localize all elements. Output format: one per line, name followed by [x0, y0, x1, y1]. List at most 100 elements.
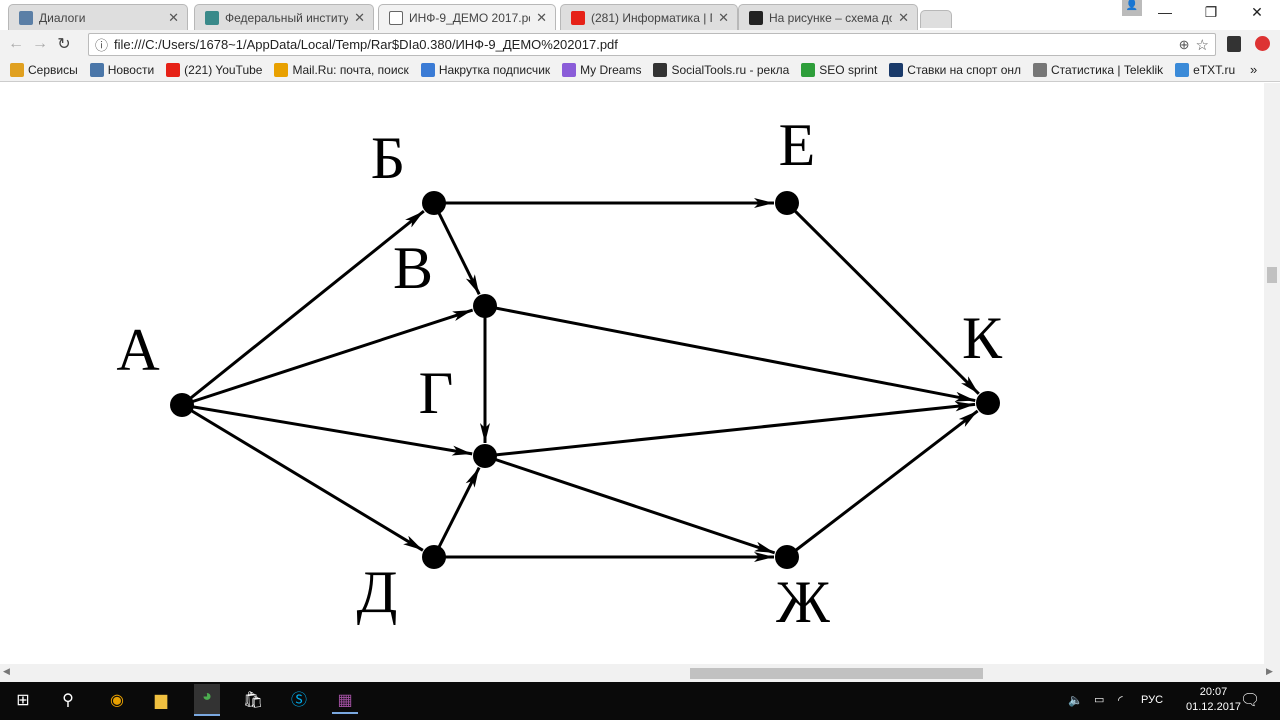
bookmark-item[interactable]: eTXT.ru	[1175, 62, 1236, 77]
node-label: Б	[371, 125, 405, 191]
scroll-left-arrow[interactable]: ◀	[3, 666, 10, 677]
bookmark-item[interactable]: My Dreams	[562, 62, 642, 77]
spiral-icon	[420, 62, 435, 77]
edge-V-K	[484, 304, 976, 403]
edge-ZH-K	[786, 409, 979, 559]
store-icon[interactable]: 🛍	[240, 688, 266, 714]
taskbar: ⊞ ⚲ ◉ ▆ ◕ 🛍 Ⓢ ▦ 🔈 ▭ ◜ РУС 20:07 01.12.20…	[0, 682, 1280, 720]
app-icon[interactable]: ◉	[104, 688, 130, 714]
node-label: В	[393, 235, 433, 301]
bookmark-item[interactable]: Новости	[89, 62, 154, 77]
close-tab-icon[interactable]: ✕	[718, 10, 729, 26]
windows-start-icon[interactable]: ⊞	[10, 688, 36, 714]
bookmark-label: My Dreams	[580, 62, 642, 77]
battery-icon[interactable]: ▭	[1094, 693, 1104, 706]
bookmarks-bar: Сервисы Новости (221) YouTube Mail.Ru: почт…	[0, 58, 1280, 82]
favicon-icon	[571, 10, 585, 25]
bookmark-label: Сервисы	[28, 62, 78, 77]
favicon-icon	[205, 10, 219, 25]
bookmark-item[interactable]: Сервисы	[10, 62, 78, 77]
bookmark-item[interactable]: Mail.Ru: почта, поиск	[274, 62, 409, 77]
edge-G-K	[484, 401, 976, 458]
reload-button[interactable]: ↻	[52, 34, 76, 54]
notifications-icon[interactable]: 🗨	[1240, 690, 1260, 710]
restore-button[interactable]: ❐	[1188, 0, 1234, 28]
bookmark-item[interactable]: SEO sprint	[801, 62, 877, 77]
node-D	[422, 545, 446, 569]
close-tab-icon[interactable]: ✕	[898, 10, 909, 26]
tab-title: (281) Информатика | По	[591, 10, 713, 25]
node-G	[473, 444, 497, 468]
tab[interactable]: На рисунке – схема дор ✕	[738, 4, 918, 30]
bookmark-label: Накрутка подписчик	[438, 62, 551, 77]
edge-G-ZH	[484, 454, 776, 555]
node-label: Е	[779, 112, 816, 178]
zoom-icon[interactable]: ⊕	[1179, 37, 1190, 53]
close-window-button[interactable]: ✕	[1234, 0, 1280, 28]
tab-title: ИНФ-9_ДЕМО 2017.pdf	[409, 10, 531, 25]
tab-title: Федеральный институт п	[225, 10, 349, 25]
clock[interactable]: 20:07 01.12.2017	[1186, 685, 1241, 715]
tab-title: Диалоги	[39, 10, 86, 25]
mailru-icon	[274, 62, 289, 77]
bookmark-label: Ставки на спорт онл	[907, 62, 1022, 77]
chrome-icon[interactable]: ◕	[194, 684, 220, 716]
bookmark-label: Статистика | Teleklik	[1051, 62, 1164, 77]
bookmark-item[interactable]: (221) YouTube	[166, 62, 262, 77]
vk-icon	[89, 62, 104, 77]
page-icon	[1033, 62, 1048, 77]
node-B	[422, 191, 446, 215]
tab[interactable]: Диалоги ✕	[8, 4, 188, 30]
bookmark-item[interactable]: Статистика | Teleklik	[1033, 62, 1164, 77]
bookmark-item[interactable]: Ставки на спорт онл	[889, 62, 1022, 77]
edge-B-V	[432, 202, 481, 296]
minimize-button[interactable]: —	[1142, 0, 1188, 28]
favicon-icon	[389, 10, 403, 25]
node-label: Г	[419, 360, 454, 426]
new-tab-button[interactable]	[920, 10, 952, 28]
address-bar[interactable]: ⓘ file:///C:/Users/1678~1/AppData/Local/…	[88, 33, 1216, 56]
file-explorer-icon[interactable]: ▆	[148, 688, 174, 714]
winrar-icon[interactable]: ▦	[332, 688, 358, 714]
tab[interactable]: (281) Информатика | По ✕	[560, 4, 738, 30]
bookmark-item[interactable]: Накрутка подписчик	[420, 62, 551, 77]
info-icon[interactable]: ⓘ	[95, 35, 108, 54]
edge-E-K	[785, 201, 980, 395]
etxt-icon	[1175, 62, 1190, 77]
close-tab-icon[interactable]: ✕	[354, 10, 365, 26]
more-bookmarks-button[interactable]: »	[1250, 62, 1257, 77]
bookmark-label: eTXT.ru	[1193, 62, 1236, 77]
node-ZH	[775, 545, 799, 569]
horizontal-scrollbar[interactable]: ◀ ▶	[0, 664, 1280, 682]
horizontal-scroll-thumb[interactable]	[690, 668, 983, 679]
vertical-scroll-thumb[interactable]	[1267, 267, 1277, 283]
youtube-icon	[166, 62, 181, 77]
volume-icon[interactable]: 🔈	[1068, 693, 1083, 707]
seosprint-icon	[801, 62, 816, 77]
profile-button[interactable]: 👤	[1122, 0, 1142, 16]
extension-icon[interactable]	[1227, 36, 1241, 52]
search-icon[interactable]: ⚲	[55, 688, 81, 714]
url-text[interactable]: file:///C:/Users/1678~1/AppData/Local/Te…	[114, 37, 1173, 52]
node-label: Ж	[776, 569, 830, 635]
skype-icon[interactable]: Ⓢ	[286, 688, 312, 714]
bookmark-star-icon[interactable]: ☆	[1196, 36, 1209, 54]
close-tab-icon[interactable]: ✕	[536, 10, 547, 26]
edge-D-G	[432, 466, 481, 558]
back-button[interactable]: ←	[4, 35, 28, 53]
road-diagram: А БВГ Д Е Ж К	[116, 112, 1003, 635]
adblock-extension-icon[interactable]	[1255, 36, 1270, 51]
apps-icon	[10, 62, 24, 77]
vertical-scrollbar[interactable]	[1264, 83, 1280, 664]
bookmark-item[interactable]: SocialTools.ru - рекла	[653, 62, 789, 77]
tab[interactable]: ИНФ-9_ДЕМО 2017.pdf ✕	[378, 4, 556, 30]
wifi-icon[interactable]: ◜	[1118, 693, 1123, 707]
close-tab-icon[interactable]: ✕	[168, 10, 179, 26]
node-label: А	[116, 317, 159, 383]
forward-button[interactable]: →	[28, 35, 52, 53]
dreams-icon	[562, 62, 577, 77]
edge-A-D	[181, 403, 424, 552]
tab[interactable]: Федеральный институт п ✕	[194, 4, 374, 30]
scroll-right-arrow[interactable]: ▶	[1266, 666, 1273, 677]
language-indicator[interactable]: РУС	[1141, 694, 1163, 706]
